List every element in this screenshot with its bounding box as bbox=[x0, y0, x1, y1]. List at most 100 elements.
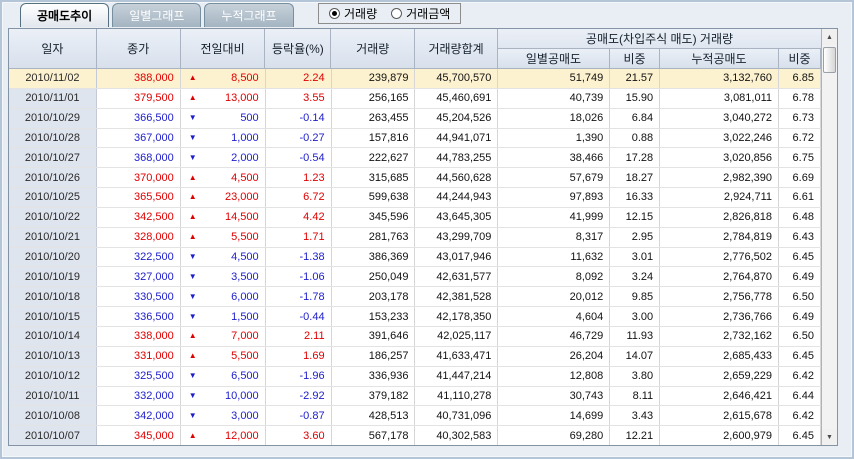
table-row[interactable]: 2010/10/18330,500▼6,000-1.78203,17842,38… bbox=[9, 287, 821, 307]
cell-cum-ratio: 6.85 bbox=[779, 69, 821, 88]
cell-cum-short: 2,685,433 bbox=[660, 347, 779, 366]
table-row[interactable]: 2010/10/27368,000▼2,000-0.54222,62744,78… bbox=[9, 148, 821, 168]
col-header-volume-total[interactable]: 거래량합계 bbox=[415, 29, 498, 69]
cell-rate: 3.60 bbox=[266, 426, 332, 445]
radio-icon[interactable] bbox=[329, 8, 340, 19]
table-row[interactable]: 2010/10/15336,500▼1,500-0.44153,23342,17… bbox=[9, 307, 821, 327]
cell-close: 327,000 bbox=[97, 267, 181, 286]
cell-daily-short: 11,632 bbox=[498, 248, 610, 267]
cell-date: 2010/10/15 bbox=[9, 307, 97, 326]
cell-daily-short: 69,280 bbox=[498, 426, 610, 445]
table-row[interactable]: 2010/11/02388,000▲8,5002.24239,87945,700… bbox=[9, 69, 821, 89]
table-row[interactable]: 2010/10/20322,500▼4,500-1.38386,36943,01… bbox=[9, 248, 821, 268]
cell-rate: 6.72 bbox=[266, 188, 332, 207]
up-arrow-icon: ▲ bbox=[189, 174, 197, 182]
cell-volume: 599,638 bbox=[332, 188, 416, 207]
up-arrow-icon: ▲ bbox=[189, 74, 197, 82]
table-row[interactable]: 2010/10/21328,000▲5,5001.71281,76343,299… bbox=[9, 228, 821, 248]
cell-volume: 336,936 bbox=[332, 367, 416, 386]
cell-daily-short: 8,317 bbox=[498, 228, 610, 247]
cell-cum-short: 2,600,979 bbox=[660, 426, 779, 445]
cell-date: 2010/11/02 bbox=[9, 69, 97, 88]
radio-icon[interactable] bbox=[391, 8, 402, 19]
cell-date: 2010/10/11 bbox=[9, 387, 97, 406]
cell-cum-short: 2,776,502 bbox=[660, 248, 779, 267]
scrollbar-thumb[interactable] bbox=[823, 47, 836, 73]
cell-change: ▲14,500 bbox=[181, 208, 266, 227]
cell-close: 345,000 bbox=[97, 426, 181, 445]
cell-change: ▼500 bbox=[181, 109, 266, 128]
cell-daily-ratio: 11.93 bbox=[610, 327, 660, 346]
cell-change: ▲12,000 bbox=[181, 426, 266, 445]
col-header-cum-ratio[interactable]: 비중 bbox=[779, 49, 821, 69]
change-value: 6,000 bbox=[231, 291, 259, 303]
cell-volume-total: 45,204,526 bbox=[415, 109, 498, 128]
cell-rate: -0.54 bbox=[266, 148, 332, 167]
col-header-date[interactable]: 일자 bbox=[9, 29, 97, 69]
table-row[interactable]: 2010/10/11332,000▼10,000-2.92379,18241,1… bbox=[9, 387, 821, 407]
col-header-change[interactable]: 전일대비 bbox=[181, 29, 266, 69]
table-row[interactable]: 2010/10/13331,000▲5,5001.69186,25741,633… bbox=[9, 347, 821, 367]
cell-change: ▲13,000 bbox=[181, 89, 266, 108]
cell-volume-total: 44,560,628 bbox=[415, 168, 498, 187]
col-header-daily-short[interactable]: 일별공매도 bbox=[498, 49, 610, 69]
cell-volume-total: 44,941,071 bbox=[415, 129, 498, 148]
table-row[interactable]: 2010/10/25365,500▲23,0006.72599,63844,24… bbox=[9, 188, 821, 208]
table-row[interactable]: 2010/10/22342,500▲14,5004.42345,59643,64… bbox=[9, 208, 821, 228]
cell-date: 2010/10/27 bbox=[9, 148, 97, 167]
radio-option-0[interactable]: 거래량 bbox=[329, 5, 377, 22]
table-row[interactable]: 2010/10/28367,000▼1,000-0.27157,81644,94… bbox=[9, 129, 821, 149]
col-header-rate[interactable]: 등락율(%) bbox=[265, 29, 331, 69]
cell-rate: 1.71 bbox=[266, 228, 332, 247]
cell-daily-ratio: 3.01 bbox=[610, 248, 660, 267]
cell-daily-short: 4,604 bbox=[498, 307, 610, 326]
col-header-daily-ratio[interactable]: 비중 bbox=[610, 49, 660, 69]
cell-daily-short: 46,729 bbox=[498, 327, 610, 346]
cell-volume: 315,685 bbox=[332, 168, 416, 187]
up-arrow-icon: ▲ bbox=[189, 193, 197, 201]
table-row[interactable]: 2010/10/26370,000▲4,5001.23315,68544,560… bbox=[9, 168, 821, 188]
cell-date: 2010/10/07 bbox=[9, 426, 97, 445]
scroll-down-button[interactable]: ▼ bbox=[822, 429, 837, 445]
table-row[interactable]: 2010/10/07345,000▲12,0003.60567,17840,30… bbox=[9, 426, 821, 445]
table-row[interactable]: 2010/10/08342,000▼3,000-0.87428,51340,73… bbox=[9, 406, 821, 426]
cell-close: 368,000 bbox=[97, 148, 181, 167]
tab-1[interactable]: 일별그래프 bbox=[112, 3, 201, 27]
cell-volume: 391,646 bbox=[332, 327, 416, 346]
scroll-up-button[interactable]: ▲ bbox=[822, 29, 837, 45]
cell-rate: 2.24 bbox=[266, 69, 332, 88]
col-header-close[interactable]: 종가 bbox=[97, 29, 181, 69]
cell-daily-short: 30,743 bbox=[498, 387, 610, 406]
cell-volume-total: 41,447,214 bbox=[415, 367, 498, 386]
cell-cum-ratio: 6.42 bbox=[779, 367, 821, 386]
cell-date: 2010/10/22 bbox=[9, 208, 97, 227]
cell-change: ▼6,000 bbox=[181, 287, 266, 306]
col-header-cum-short[interactable]: 누적공매도 bbox=[660, 49, 779, 69]
cell-date: 2010/11/01 bbox=[9, 89, 97, 108]
cell-close: 332,000 bbox=[97, 387, 181, 406]
cell-volume: 386,369 bbox=[332, 248, 416, 267]
cell-rate: -1.38 bbox=[266, 248, 332, 267]
tab-0[interactable]: 공매도추이 bbox=[20, 3, 109, 27]
cell-volume-total: 43,017,946 bbox=[415, 248, 498, 267]
cell-volume: 281,763 bbox=[332, 228, 416, 247]
cell-cum-short: 2,646,421 bbox=[660, 387, 779, 406]
cell-daily-ratio: 3.00 bbox=[610, 307, 660, 326]
table-row[interactable]: 2010/10/12325,500▼6,500-1.96336,93641,44… bbox=[9, 367, 821, 387]
table-row[interactable]: 2010/10/14338,000▲7,0002.11391,64642,025… bbox=[9, 327, 821, 347]
up-arrow-icon: ▲ bbox=[189, 94, 197, 102]
cell-cum-ratio: 6.75 bbox=[779, 148, 821, 167]
cell-daily-ratio: 6.84 bbox=[610, 109, 660, 128]
cell-volume: 186,257 bbox=[332, 347, 416, 366]
radio-option-1[interactable]: 거래금액 bbox=[391, 5, 450, 22]
table-row[interactable]: 2010/10/29366,500▼500-0.14263,45545,204,… bbox=[9, 109, 821, 129]
cell-cum-ratio: 6.44 bbox=[779, 387, 821, 406]
tab-2[interactable]: 누적그래프 bbox=[204, 3, 293, 27]
table-row[interactable]: 2010/11/01379,500▲13,0003.55256,16545,46… bbox=[9, 89, 821, 109]
vertical-scrollbar[interactable]: ▲ ▼ bbox=[821, 29, 837, 445]
cell-rate: -0.87 bbox=[266, 406, 332, 425]
cell-change: ▲5,500 bbox=[181, 228, 266, 247]
table-row[interactable]: 2010/10/19327,000▼3,500-1.06250,04942,63… bbox=[9, 267, 821, 287]
col-header-volume[interactable]: 거래량 bbox=[331, 29, 415, 69]
cell-cum-ratio: 6.43 bbox=[779, 228, 821, 247]
